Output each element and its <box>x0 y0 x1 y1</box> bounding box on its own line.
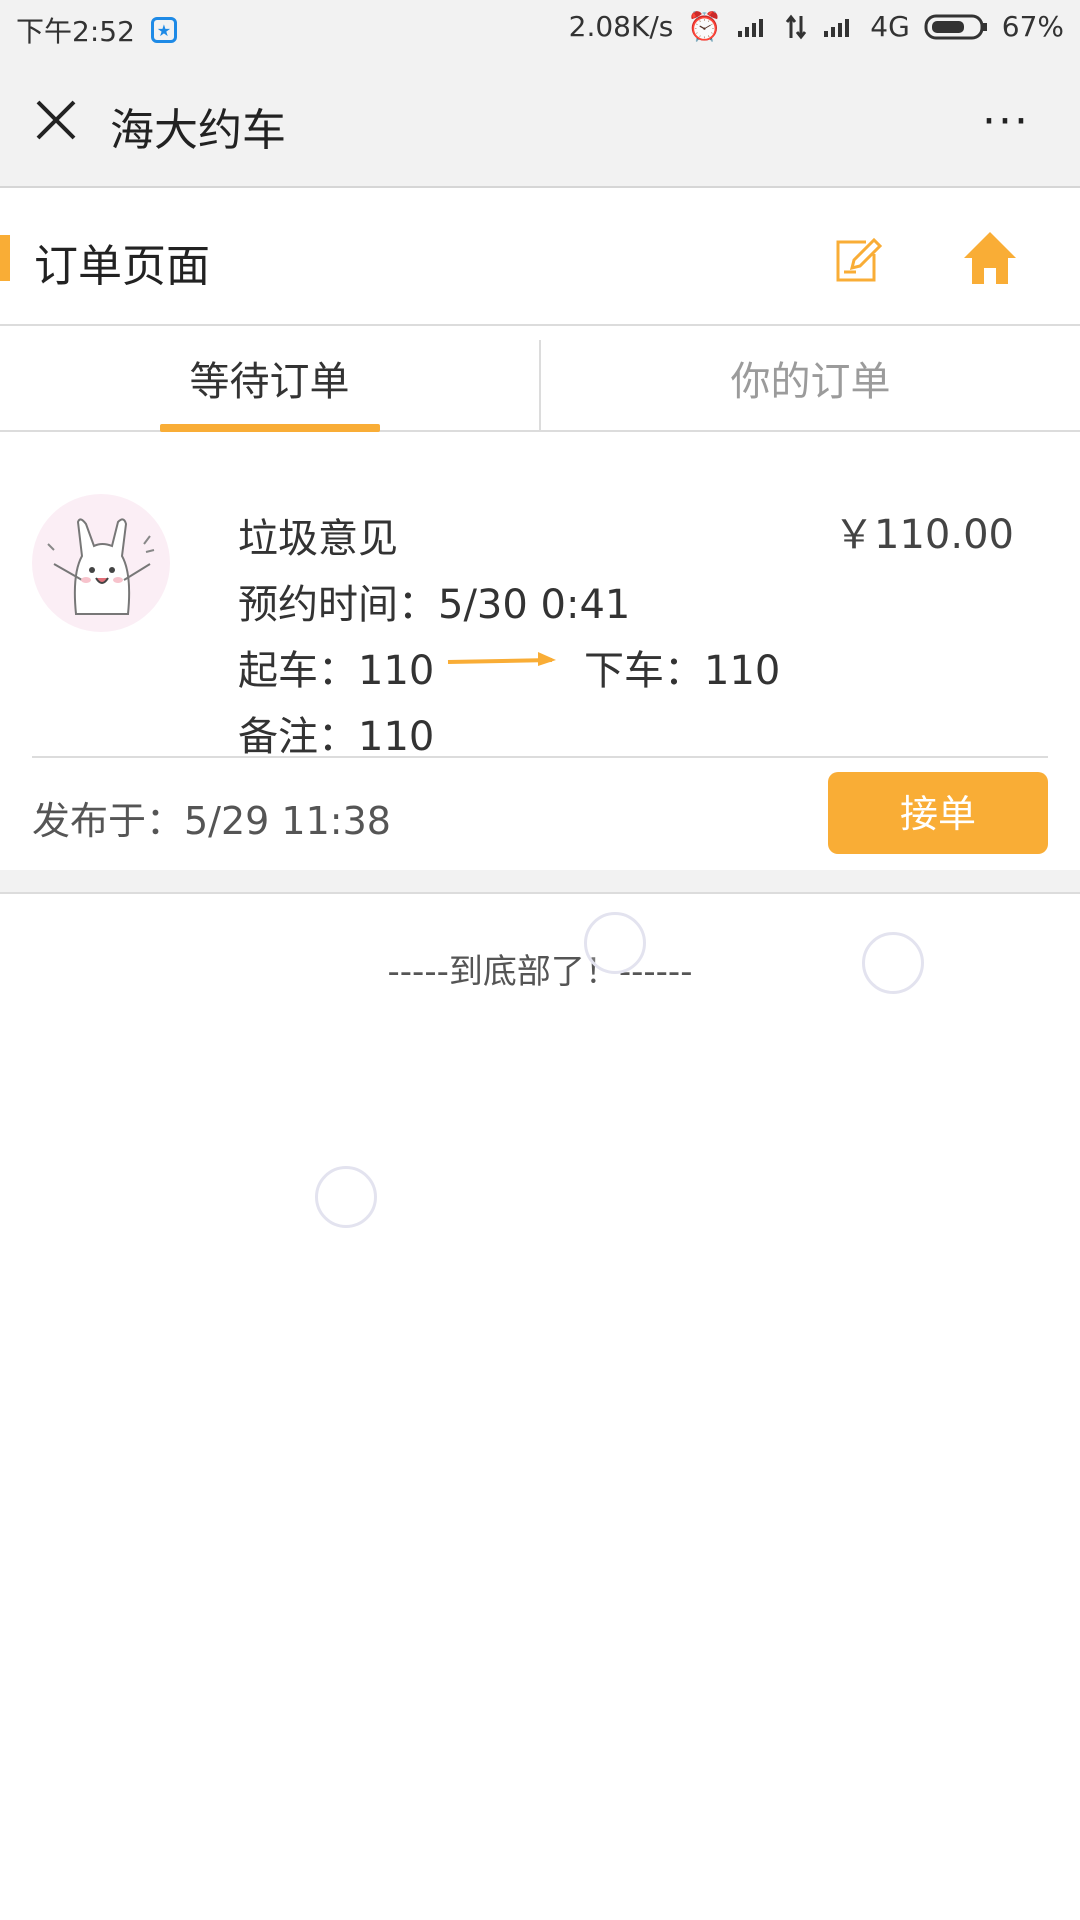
battery-percent: 67% <box>1001 10 1064 43</box>
network-type: 4G <box>870 10 910 43</box>
status-bar: 下午2:52 ★ 2.08K/s ⏰ 4G 67% <box>0 0 1080 56</box>
order-price: ￥110.00 <box>834 512 1014 558</box>
section-gap <box>0 870 1080 894</box>
order-note: 备注：110 <box>238 714 435 760</box>
order-published-time: 发布于：5/29 11:38 <box>32 799 391 843</box>
arrow-right-icon <box>447 652 556 666</box>
touch-indicator <box>315 1166 377 1228</box>
card-divider <box>32 756 1048 758</box>
status-right: 2.08K/s ⏰ 4G 67% <box>569 10 1064 43</box>
accept-order-button[interactable]: 接单 <box>828 772 1048 854</box>
data-transfer-icon <box>786 14 807 39</box>
battery-icon <box>924 14 987 39</box>
more-menu-button[interactable]: ··· <box>982 96 1030 147</box>
touch-indicator <box>584 912 646 974</box>
tab-label: 等待订单 <box>189 359 350 405</box>
order-route: 起车：110 下车：110 <box>238 638 1038 694</box>
bunny-avatar-icon <box>47 518 155 615</box>
tab-your-orders[interactable]: 你的订单 <box>539 340 1080 430</box>
status-left: 下午2:52 ★ <box>16 10 177 50</box>
signal-icon <box>738 18 764 37</box>
close-icon[interactable] <box>30 94 82 146</box>
avatar <box>32 494 170 632</box>
order-appointment-time: 预约时间：5/30 0:41 <box>238 582 631 628</box>
page-header: 订单页面 <box>0 190 1080 326</box>
network-speed: 2.08K/s <box>568 10 674 43</box>
title-accent-bar <box>0 235 10 281</box>
page-title: 订单页面 <box>34 241 210 292</box>
order-title: 垃圾意见 <box>238 516 398 562</box>
top-nav-bar: 海大约车 ··· <box>0 56 1080 188</box>
dropoff-location: 下车：110 <box>584 648 781 694</box>
touch-indicator <box>862 932 924 994</box>
alarm-icon: ⏰ <box>687 10 723 43</box>
tab-label: 你的订单 <box>730 359 891 405</box>
active-tab-indicator <box>160 424 380 432</box>
order-card: 垃圾意见 ￥110.00 预约时间：5/30 0:41 起车：110 下车：11… <box>0 434 1080 870</box>
tab-waiting-orders[interactable]: 等待订单 <box>0 340 539 432</box>
app-title: 海大约车 <box>110 105 286 156</box>
home-icon[interactable] <box>960 228 1020 288</box>
signal-icon-2 <box>824 18 850 37</box>
edit-icon[interactable] <box>830 232 884 286</box>
status-time: 下午2:52 <box>16 15 135 48</box>
order-tabs: 等待订单 你的订单 <box>0 340 1080 432</box>
pickup-location: 起车：110 <box>238 648 435 694</box>
notification-app-icon: ★ <box>150 17 177 43</box>
